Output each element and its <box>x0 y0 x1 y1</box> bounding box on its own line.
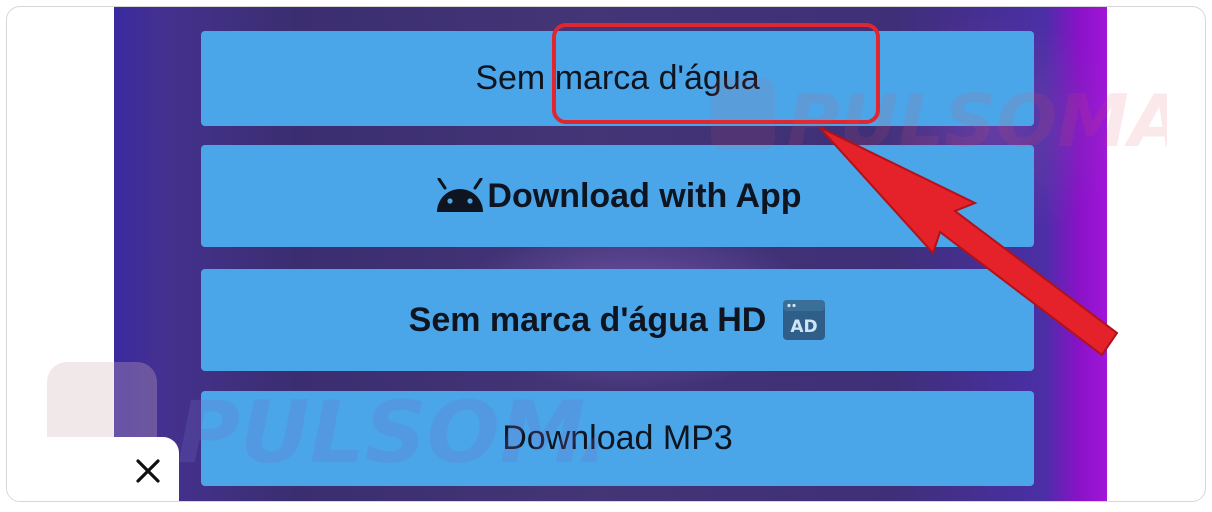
download-with-app-button[interactable]: Download with App <box>201 145 1034 247</box>
ad-badge-icon: AD <box>783 300 826 340</box>
close-icon[interactable] <box>131 454 165 488</box>
no-watermark-hd-label: Sem marca d'água HD <box>408 300 767 339</box>
download-mp3-button[interactable]: Download MP3 <box>201 391 1034 486</box>
no-watermark-hd-button[interactable]: Sem marca d'água HD AD <box>201 269 1034 371</box>
highlight-box <box>552 23 880 124</box>
download-panel: Sem marca d'água Download with App Sem m… <box>114 7 1107 501</box>
screenshot-frame: Sem marca d'água Download with App Sem m… <box>6 6 1206 502</box>
download-with-app-label: Download with App <box>487 176 802 215</box>
ad-badge-text: AD <box>791 317 818 337</box>
download-mp3-label: Download MP3 <box>502 419 733 457</box>
android-icon <box>437 178 484 212</box>
